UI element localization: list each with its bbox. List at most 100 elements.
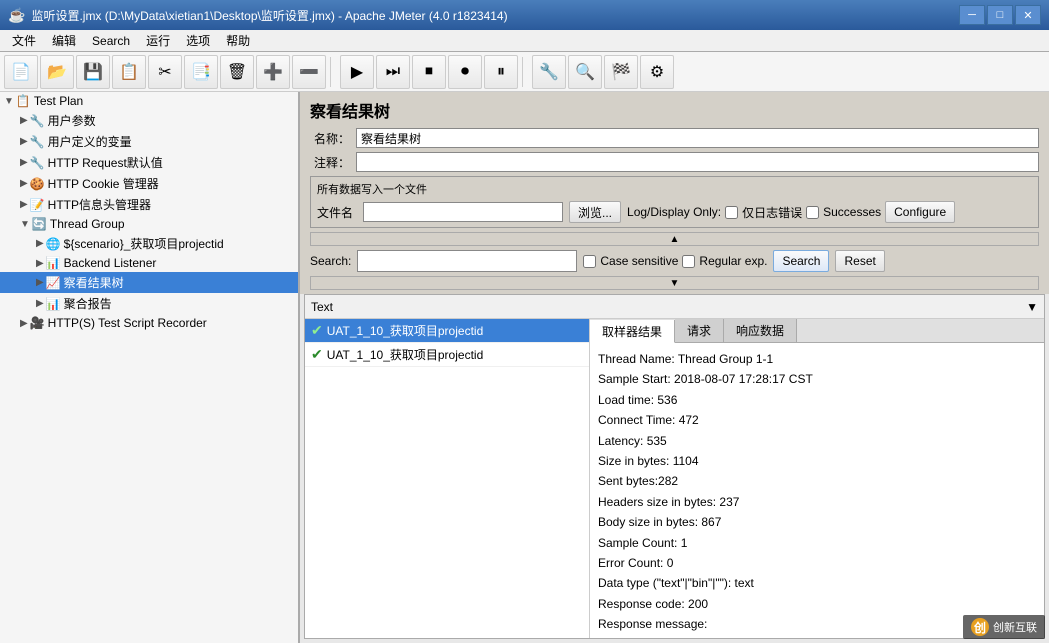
detail-panel: 取样器结果请求响应数据 Thread Name: Thread Group 1-… [590, 319, 1044, 638]
tree-item-http-defaults[interactable]: ▶🔧HTTP Request默认值 [0, 152, 298, 173]
name-input[interactable] [356, 128, 1039, 148]
tree-item-result-tree[interactable]: ▶📈察看结果树 [0, 272, 298, 293]
log-display-group: Log/Display Only: 仅日志错误 Successes Config… [627, 201, 955, 223]
case-sensitive-checkbox[interactable] [583, 255, 596, 268]
tree-expand-icon[interactable]: ▶ [20, 178, 28, 189]
log-errors-label: 仅日志错误 [742, 204, 802, 221]
main-area: ▼📋Test Plan▶🔧用户参数▶🔧用户定义的变量▶🔧HTTP Request… [0, 92, 1049, 643]
tree-item-http-cookie[interactable]: ▶🍪HTTP Cookie 管理器 [0, 173, 298, 194]
detail-tab-2[interactable]: 响应数据 [724, 319, 797, 342]
toolbar-btn-17[interactable]: 🔍 [568, 55, 602, 89]
left-panel: ▼📋Test Plan▶🔧用户参数▶🔧用户定义的变量▶🔧HTTP Request… [0, 92, 300, 643]
toolbar-btn-6[interactable]: 🗑 [220, 55, 254, 89]
tree-expand-icon[interactable]: ▶ [36, 258, 44, 269]
toolbar-btn-18[interactable]: 🏁 [604, 55, 638, 89]
reset-button[interactable]: Reset [835, 250, 884, 272]
toolbar-btn-7[interactable]: ➕ [256, 55, 290, 89]
toolbar-btn-8[interactable]: ➖ [292, 55, 326, 89]
menu-item-2[interactable]: Search [84, 32, 138, 50]
menu-item-3[interactable]: 运行 [138, 30, 178, 51]
scroll-down-indicator[interactable]: ▼ [310, 276, 1039, 290]
tree-expand-icon[interactable]: ▶ [36, 277, 44, 288]
tree-expand-icon[interactable]: ▶ [20, 157, 28, 168]
tree-item-aggregate[interactable]: ▶📊聚合报告 [0, 293, 298, 314]
tree-item-http-header[interactable]: ▶📝HTTP信息头管理器 [0, 194, 298, 215]
search-button[interactable]: Search [773, 250, 829, 272]
tree-item-user-vars[interactable]: ▶🔧用户定义的变量 [0, 131, 298, 152]
right-panel: 察看结果树 名称： 注释： 所有数据写入一个文件 文件名 浏览... Log/D… [300, 92, 1049, 643]
detail-line-10: Error Count: 0 [598, 553, 1036, 573]
browse-button[interactable]: 浏览... [569, 201, 621, 223]
comment-input[interactable] [356, 152, 1039, 172]
toolbar-btn-2[interactable]: 💾 [76, 55, 110, 89]
scroll-up-indicator[interactable]: ▲ [310, 232, 1039, 246]
configure-button[interactable]: Configure [885, 201, 955, 223]
split-content: ✔UAT_1_10_获取项目projectid✔UAT_1_10_获取项目pro… [305, 319, 1044, 638]
menu-item-4[interactable]: 选项 [178, 30, 218, 51]
watermark-text: 创新互联 [993, 619, 1037, 635]
tree-item-backend[interactable]: ▶📊Backend Listener [0, 254, 298, 272]
text-dropdown-icon[interactable]: ▼ [1026, 300, 1038, 314]
file-row: 文件名 浏览... Log/Display Only: 仅日志错误 Succes… [317, 201, 1032, 223]
tree-expand-icon[interactable]: ▶ [20, 318, 28, 329]
tree-expand-icon[interactable]: ▼ [4, 96, 14, 107]
detail-tab-1[interactable]: 请求 [675, 319, 724, 342]
detail-line-7: Headers size in bytes: 237 [598, 492, 1036, 512]
text-section: Text ▼ ✔UAT_1_10_获取项目projectid✔UAT_1_10_… [304, 294, 1045, 639]
toolbar-btn-3[interactable]: 📋 [112, 55, 146, 89]
minimize-button[interactable]: ─ [959, 5, 985, 25]
watermark: 创 创新互联 [963, 615, 1045, 639]
search-options: Case sensitive Regular exp. [583, 254, 767, 268]
detail-line-9: Sample Count: 1 [598, 533, 1036, 553]
toolbar-btn-1[interactable]: 📂 [40, 55, 74, 89]
log-errors-checkbox[interactable] [725, 206, 738, 219]
success-icon: ✔ [311, 322, 323, 339]
search-input[interactable] [357, 250, 577, 272]
toolbar-btn-19[interactable]: ⚙ [640, 55, 674, 89]
tree-item-script-recorder[interactable]: ▶🎥HTTP(S) Test Script Recorder [0, 314, 298, 332]
toolbar-btn-16[interactable]: 🔧 [532, 55, 566, 89]
regular-exp-checkbox[interactable] [682, 255, 695, 268]
detail-line-1: Sample Start: 2018-08-07 17:28:17 CST [598, 369, 1036, 389]
tree-item-test-plan[interactable]: ▼📋Test Plan [0, 92, 298, 110]
successes-checkbox[interactable] [806, 206, 819, 219]
toolbar-btn-4[interactable]: ✂ [148, 55, 182, 89]
file-name-input[interactable] [363, 202, 563, 222]
menu-item-0[interactable]: 文件 [4, 30, 44, 51]
tree-item-thread-group[interactable]: ▼🔄Thread Group [0, 215, 298, 233]
tree-item-user-params[interactable]: ▶🔧用户参数 [0, 110, 298, 131]
toolbar-btn-11[interactable]: ⏭ [376, 55, 410, 89]
tree-item-scenario[interactable]: ▶🌐${scenario}_获取项目projectid [0, 233, 298, 254]
tree-icon-user-params: 🔧 [30, 114, 45, 128]
tree-expand-icon[interactable]: ▶ [36, 238, 44, 249]
toolbar-btn-13[interactable]: ⏺ [448, 55, 482, 89]
menu-item-5[interactable]: 帮助 [218, 30, 258, 51]
menu-item-1[interactable]: 编辑 [44, 30, 84, 51]
panel-title: 察看结果树 [310, 98, 1039, 122]
tree-expand-icon[interactable]: ▶ [20, 115, 28, 126]
tree-icon-http-cookie: 🍪 [30, 177, 45, 191]
list-item-1[interactable]: ✔UAT_1_10_获取项目projectid [305, 343, 589, 367]
toolbar-separator-15 [522, 57, 528, 87]
tree-icon-backend: 📊 [46, 256, 61, 270]
toolbar-btn-14[interactable]: ⏸ [484, 55, 518, 89]
list-item-0[interactable]: ✔UAT_1_10_获取项目projectid [305, 319, 589, 343]
tree-expand-icon[interactable]: ▼ [20, 219, 30, 230]
file-name-label: 文件名 [317, 204, 353, 221]
tree-expand-icon[interactable]: ▶ [36, 298, 44, 309]
toolbar-btn-12[interactable]: ⏹ [412, 55, 446, 89]
detail-tab-0[interactable]: 取样器结果 [590, 320, 675, 343]
tree-expand-icon[interactable]: ▶ [20, 136, 28, 147]
maximize-button[interactable]: □ [987, 5, 1013, 25]
toolbar-btn-10[interactable]: ▶ [340, 55, 374, 89]
detail-content: Thread Name: Thread Group 1-1Sample Star… [590, 343, 1044, 638]
tree-label-http-header: HTTP信息头管理器 [48, 196, 151, 213]
close-button[interactable]: ✕ [1015, 5, 1041, 25]
tree-icon-script-recorder: 🎥 [30, 316, 45, 330]
toolbar-btn-5[interactable]: 📑 [184, 55, 218, 89]
detail-line-3: Connect Time: 472 [598, 410, 1036, 430]
toolbar-btn-0[interactable]: 📄 [4, 55, 38, 89]
tree-expand-icon[interactable]: ▶ [20, 199, 28, 210]
text-title: Text [311, 300, 1026, 314]
detail-tabs: 取样器结果请求响应数据 [590, 319, 1044, 343]
